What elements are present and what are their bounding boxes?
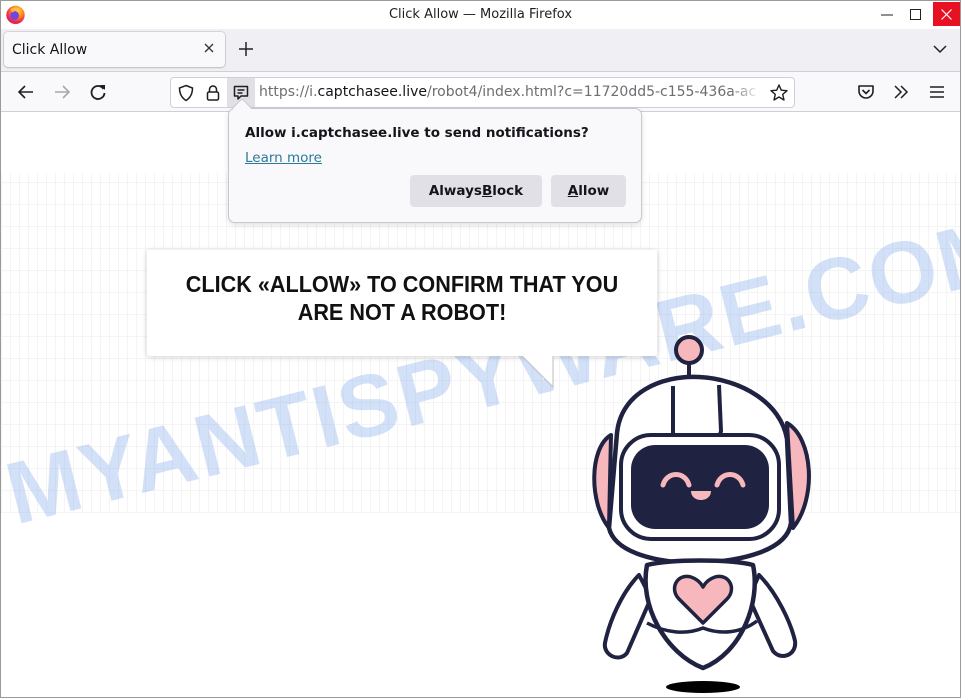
url-fade [731, 80, 761, 105]
allow-button[interactable]: Allow [551, 175, 626, 207]
url-prefix: https://i. [259, 84, 318, 100]
close-icon [941, 8, 952, 20]
browser-window: Click Allow — Mozilla Firefox Click Allo… [0, 0, 961, 698]
bubble-tail [519, 355, 555, 389]
always-block-label-post: lock [492, 183, 524, 199]
tracking-protection-shield-icon[interactable] [177, 84, 195, 102]
forward-icon[interactable] [52, 82, 72, 102]
bookmark-star-icon[interactable] [769, 83, 789, 103]
notification-permission-popup: Allow i.captchasee.live to send notifica… [228, 98, 642, 223]
robot-shadow [666, 681, 740, 693]
always-block-button[interactable]: Always Block [410, 175, 542, 207]
maximize-icon [910, 9, 921, 20]
tab-strip: Click Allow [1, 29, 960, 71]
minimize-icon [880, 14, 893, 15]
back-icon[interactable] [16, 82, 36, 102]
notification-prompt-title: Allow i.captchasee.live to send notifica… [245, 125, 589, 141]
allow-label-post: llow [578, 183, 610, 199]
overflow-chevrons-icon[interactable] [891, 82, 911, 102]
close-window-button[interactable] [933, 2, 960, 26]
lock-icon[interactable] [204, 84, 222, 102]
title-bar: Click Allow — Mozilla Firefox [1, 1, 960, 29]
list-all-tabs-chevron-down-icon[interactable] [931, 42, 949, 56]
learn-more-link[interactable]: Learn more [245, 150, 322, 166]
reload-icon[interactable] [88, 82, 108, 102]
url-bar[interactable]: https://i.captchasee.live/robot4/index.h… [170, 77, 795, 108]
url-text[interactable]: https://i.captchasee.live/robot4/index.h… [259, 84, 759, 100]
robot-antenna [674, 335, 704, 381]
tab-click-allow[interactable]: Click Allow [4, 32, 225, 67]
allow-accesskey: A [567, 183, 579, 199]
url-path: /robot4/index.html?c=11720dd5-c155-436a-… [426, 84, 757, 100]
bubble-message: CLICK «ALLOW» TO CONFIRM THAT YOU ARE NO… [162, 250, 641, 326]
pocket-icon[interactable] [856, 82, 876, 102]
window-title: Click Allow — Mozilla Firefox [388, 7, 573, 22]
always-block-label-pre: Always [428, 183, 482, 199]
robot-visor [631, 445, 769, 529]
navigation-toolbar: https://i.captchasee.live/robot4/index.h… [1, 71, 960, 112]
maximize-button[interactable] [900, 1, 931, 28]
tab-label: Click Allow [12, 42, 88, 58]
tab-close-icon[interactable] [202, 41, 216, 55]
robot-illustration [592, 335, 811, 693]
url-domain: captchasee.live [317, 84, 427, 100]
hamburger-menu-icon[interactable] [927, 82, 947, 102]
bubble-line-1: CLICK «ALLOW» TO CONFIRM THAT YOU [185, 271, 619, 297]
minimize-button[interactable] [871, 1, 902, 28]
always-block-accesskey: B [481, 183, 493, 199]
new-tab-icon[interactable] [237, 40, 255, 58]
bubble-line-2: ARE NOT A ROBOT! [297, 299, 507, 325]
